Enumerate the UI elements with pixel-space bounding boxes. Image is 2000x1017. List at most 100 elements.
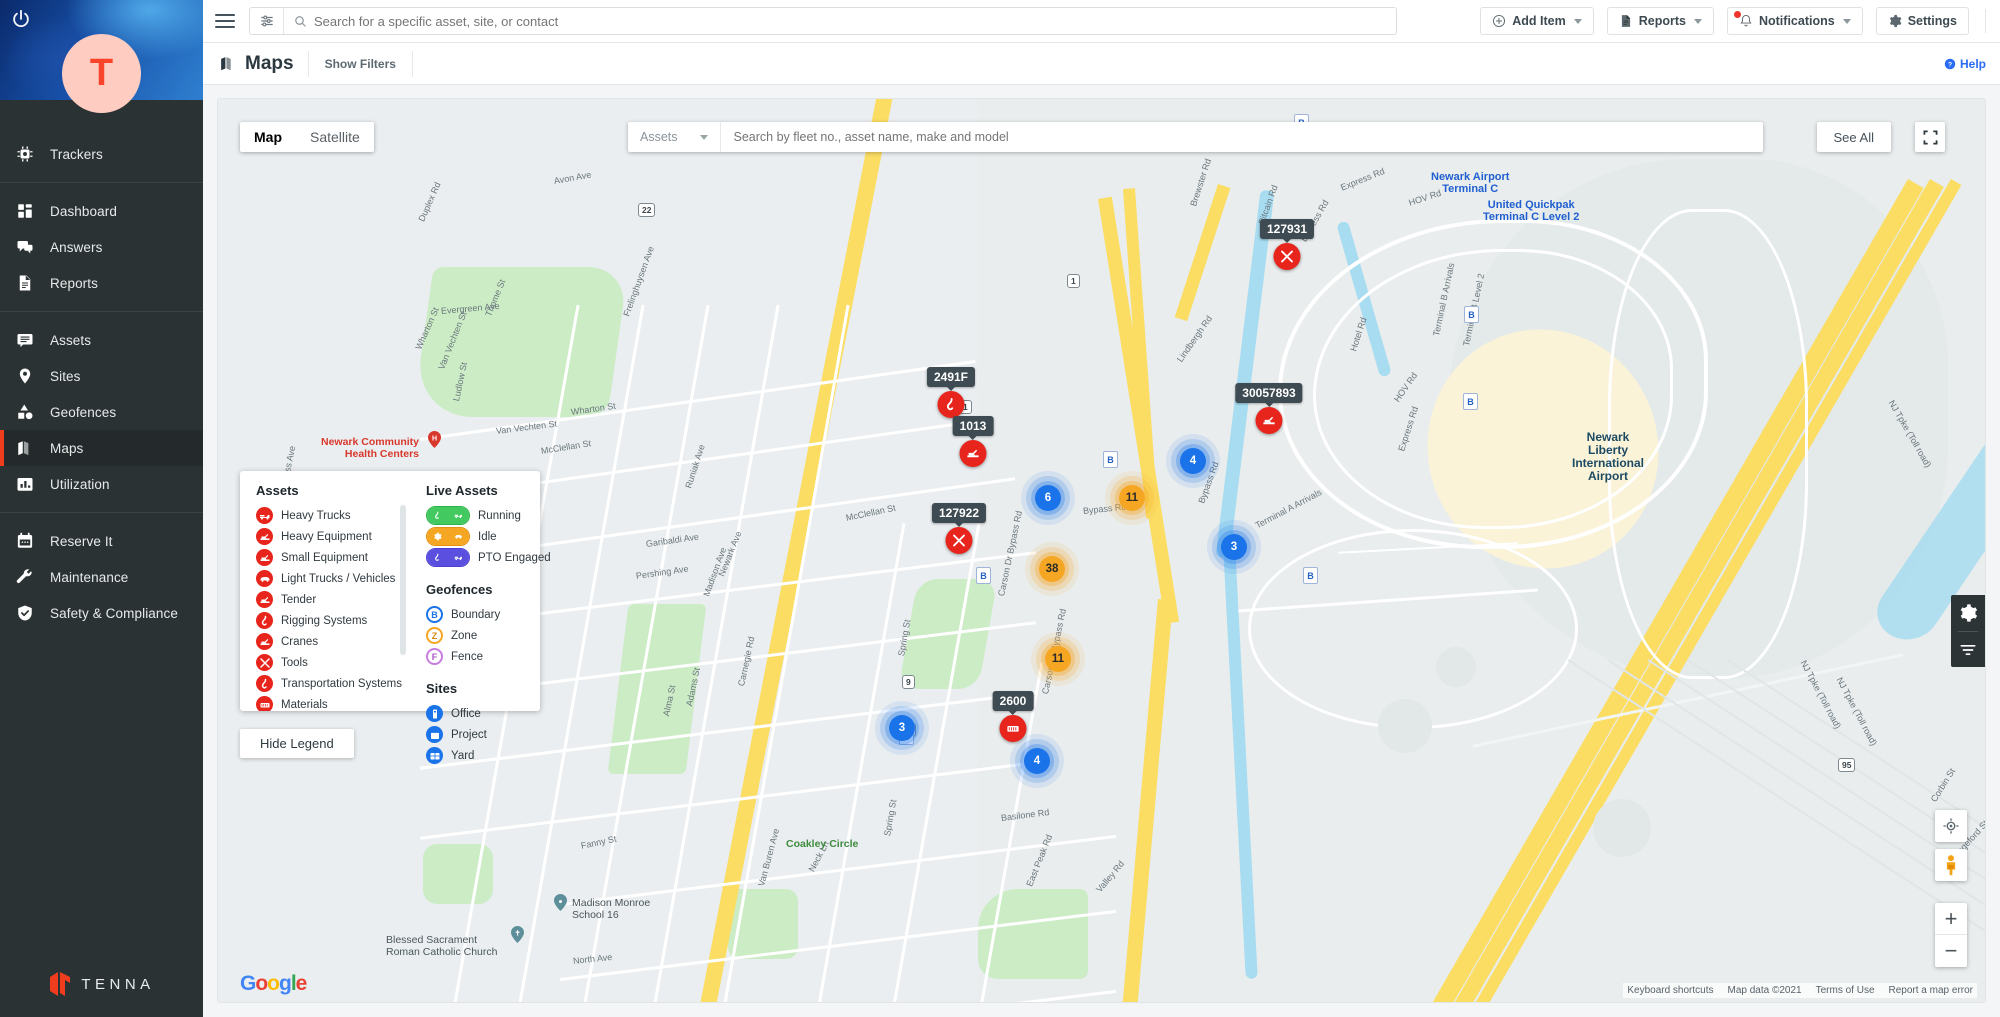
sidebar-item-dashboard[interactable]: Dashboard [0, 193, 203, 229]
sidebar-item-maps[interactable]: Maps [0, 430, 203, 466]
sidebar-item-trackers[interactable]: Trackers [0, 136, 203, 172]
legend-asset-row[interactable]: Tender [256, 589, 408, 610]
legend-live-row[interactable]: Idle [426, 526, 536, 547]
asset-marker-label[interactable]: 1013 [953, 416, 994, 436]
map-type-map[interactable]: Map [240, 122, 296, 152]
cluster-marker[interactable]: 11 [1045, 646, 1071, 672]
svg-text:●: ● [558, 899, 562, 906]
legend-geofence-row[interactable]: ZZone [426, 625, 536, 646]
add-item-button[interactable]: Add Item [1480, 7, 1593, 35]
asset-marker-label[interactable]: 127922 [932, 503, 986, 523]
street-label: McClellan St [540, 438, 591, 456]
legend-asset-row[interactable]: Transportation Systems [256, 673, 408, 694]
reports-button[interactable]: Reports [1607, 7, 1714, 35]
asset-marker-label[interactable]: 2491F [927, 367, 975, 387]
sidebar-item-answers[interactable]: Answers [0, 229, 203, 265]
geofence-boundary-badge[interactable]: B [1463, 393, 1478, 410]
asset-marker-pin[interactable] [946, 527, 973, 554]
help-link[interactable]: ? Help [1944, 57, 1986, 71]
cluster-marker[interactable]: 4 [1180, 448, 1206, 474]
my-location-button[interactable] [1935, 810, 1967, 842]
zoom-out-button[interactable]: − [1935, 935, 1967, 967]
legend-live-row[interactable]: Running [426, 505, 536, 526]
cluster-marker[interactable]: 3 [889, 715, 915, 741]
search-input[interactable] [310, 8, 1396, 34]
legend-asset-row[interactable]: Rigging Systems [256, 610, 408, 631]
legend-asset-row[interactable]: Heavy Trucks [256, 505, 408, 526]
asset-marker-pin[interactable] [1000, 715, 1027, 742]
legend-asset-row[interactable]: Materials [256, 694, 408, 711]
asset-marker-pin[interactable] [1274, 243, 1301, 270]
keyboard-shortcuts-link[interactable]: Keyboard shortcuts [1627, 985, 1713, 996]
legend-scrollbar[interactable] [400, 505, 406, 655]
notifications-button[interactable]: Notifications [1727, 7, 1863, 35]
sidebar-item-reports[interactable]: Reports [0, 265, 203, 301]
asset-marker-pin[interactable] [1256, 407, 1283, 434]
sidebar-item-maintenance[interactable]: Maintenance [0, 559, 203, 595]
map-type-satellite[interactable]: Satellite [296, 122, 374, 152]
asset-marker-label[interactable]: 127931 [1260, 219, 1314, 239]
zoom-in-button[interactable]: + [1935, 903, 1967, 935]
sidebar-item-assets[interactable]: Assets [0, 322, 203, 358]
header-divider-2 [412, 51, 413, 77]
asset-marker-pin[interactable] [938, 391, 965, 418]
see-all-button[interactable]: See All [1817, 122, 1891, 152]
street-label: Duplex Rd [416, 181, 442, 223]
legend-live-title: Live Assets [426, 483, 536, 498]
legend-asset-row[interactable]: Heavy Equipment [256, 526, 408, 547]
legend-geofence-row[interactable]: FFence [426, 646, 536, 667]
avatar[interactable]: T [62, 34, 141, 113]
legend-site-row[interactable]: Project [426, 724, 536, 745]
power-icon[interactable] [10, 8, 32, 30]
highway-shield: 22 [638, 203, 655, 217]
geofence-boundary-badge[interactable]: B [1303, 567, 1318, 584]
excavator-icon [1262, 413, 1277, 428]
sidebar-item-label: Reserve It [50, 534, 113, 549]
cluster-marker[interactable]: 38 [1039, 556, 1065, 582]
google-logo-letter: o [267, 972, 279, 995]
hamburger-menu-icon[interactable] [215, 14, 235, 28]
sidebar-item-reserve-it[interactable]: Reserve It [0, 523, 203, 559]
terms-of-use-link[interactable]: Terms of Use [1816, 985, 1875, 996]
cluster-marker[interactable]: 4 [1024, 748, 1050, 774]
cluster-marker[interactable]: 3 [1221, 534, 1247, 560]
legend-geofence-row[interactable]: BBoundary [426, 604, 536, 625]
cluster-marker[interactable]: 11 [1119, 485, 1145, 511]
legend-asset-row[interactable]: Small Equipment [256, 547, 408, 568]
highway-shield: 9 [902, 675, 915, 689]
asset-marker-pin[interactable] [960, 440, 987, 467]
legend-site-row[interactable]: Yard [426, 745, 536, 766]
settings-button[interactable]: Settings [1876, 7, 1969, 35]
map-settings-panel [1951, 595, 1985, 667]
show-filters-button[interactable]: Show Filters [309, 57, 412, 71]
report-map-error-link[interactable]: Report a map error [1889, 985, 1973, 996]
cluster-marker[interactable]: 6 [1035, 485, 1061, 511]
asset-search-input[interactable] [721, 122, 1763, 152]
sidebar-item-sites[interactable]: Sites [0, 358, 203, 394]
geofence-boundary-badge[interactable]: B [976, 567, 991, 584]
search-filter-icon[interactable] [250, 8, 284, 34]
geofence-boundary-badge[interactable]: B [1464, 306, 1479, 323]
legend-site-row[interactable]: Office [426, 703, 536, 724]
fullscreen-button[interactable] [1915, 122, 1945, 152]
gear-icon[interactable] [1958, 603, 1978, 623]
materials-icon [256, 696, 273, 711]
live-status-pill-purple [426, 548, 470, 567]
legend-asset-row[interactable]: Cranes [256, 631, 408, 652]
geofence-boundary-badge[interactable]: B [1103, 451, 1118, 468]
asset-marker-label[interactable]: 2600 [993, 691, 1034, 711]
map-data-label: Map data ©2021 [1728, 985, 1802, 996]
sidebar-nav: Trackers DashboardAnswersReports AssetsSit… [0, 126, 203, 641]
hide-legend-button[interactable]: Hide Legend [240, 729, 354, 758]
asset-marker-label[interactable]: 30057893 [1235, 383, 1302, 403]
layers-filter-icon[interactable] [1958, 640, 1978, 660]
sidebar-item-utilization[interactable]: Utilization [0, 466, 203, 502]
legend-asset-row[interactable]: Tools [256, 652, 408, 673]
asset-type-select[interactable]: Assets [628, 122, 721, 152]
place-label: Coakley Circle [786, 838, 858, 850]
legend-live-row[interactable]: PTO Engaged [426, 547, 536, 568]
sidebar-item-geofences[interactable]: Geofences [0, 394, 203, 430]
legend-asset-row[interactable]: Light Trucks / Vehicles [256, 568, 408, 589]
street-view-pegman-button[interactable] [1935, 849, 1967, 881]
sidebar-item-safety-compliance[interactable]: Safety & Compliance [0, 595, 203, 631]
